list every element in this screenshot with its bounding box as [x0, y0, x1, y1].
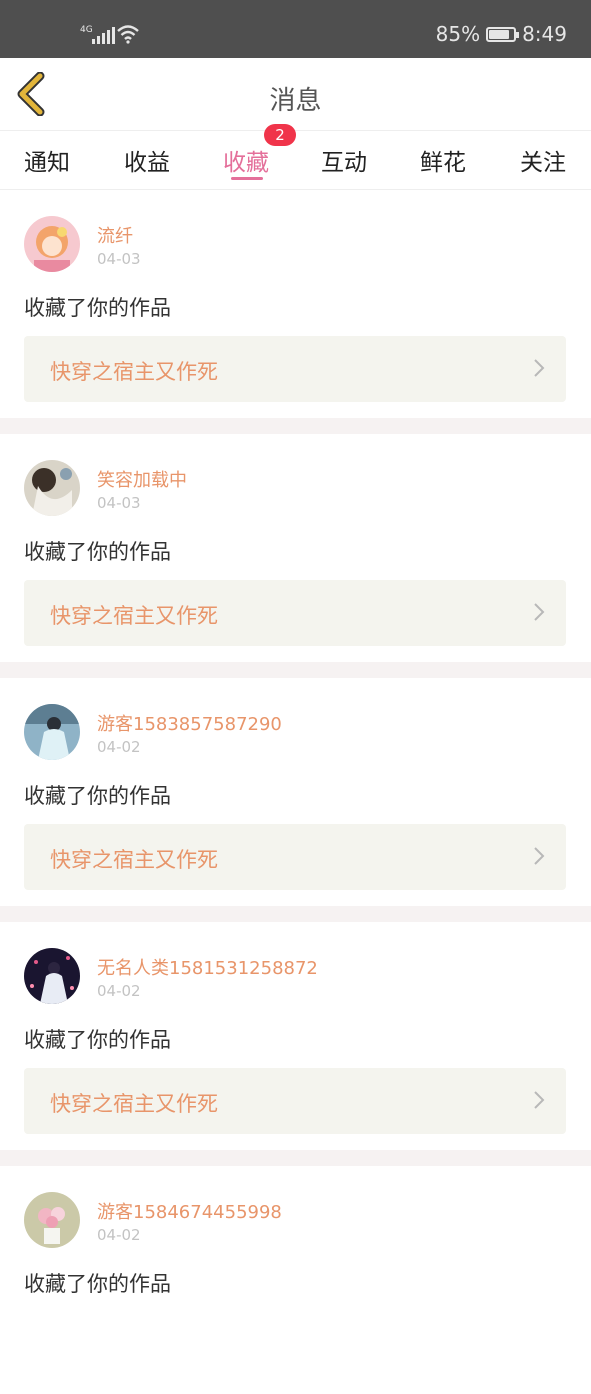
action-text: 收藏了你的作品	[24, 1272, 171, 1296]
list-item: 游客1583857587290 04-02 收藏了你的作品 快穿之宿主又作死	[0, 678, 591, 906]
tab-flowers[interactable]: 鲜花	[403, 143, 483, 177]
action-text: 收藏了你的作品	[24, 296, 171, 320]
avatar[interactable]	[24, 704, 80, 760]
work-title: 快穿之宿主又作死	[50, 848, 218, 872]
chevron-right-icon	[534, 603, 545, 621]
active-tab-indicator	[231, 177, 263, 180]
work-link[interactable]: 快穿之宿主又作死	[24, 824, 566, 890]
divider	[0, 418, 591, 434]
avatar[interactable]	[24, 948, 80, 1004]
work-title: 快穿之宿主又作死	[50, 604, 218, 628]
list-item: 笑容加载中 04-03 收藏了你的作品 快穿之宿主又作死	[0, 434, 591, 662]
network-type: 4G	[80, 25, 93, 35]
divider	[0, 662, 591, 678]
clock: 8:49	[522, 22, 567, 46]
work-link[interactable]: 快穿之宿主又作死	[24, 1068, 566, 1134]
username[interactable]: 笑容加载中	[97, 466, 187, 492]
nav-bar: 消息	[0, 58, 591, 130]
work-title: 快穿之宿主又作死	[50, 1092, 218, 1116]
action-text: 收藏了你的作品	[24, 1028, 171, 1052]
date: 04-02	[97, 738, 141, 756]
status-bar: 4G 85% 8:49	[0, 0, 591, 58]
tab-interactions[interactable]: 互动	[304, 143, 384, 177]
username[interactable]: 游客1584674455998	[97, 1198, 282, 1224]
tab-earnings[interactable]: 收益	[107, 143, 187, 177]
battery-icon	[486, 26, 520, 42]
date: 04-02	[97, 982, 141, 1000]
list-item: 无名人类1581531258872 04-02 收藏了你的作品 快穿之宿主又作死	[0, 922, 591, 1150]
message-list: 流纤 04-03 收藏了你的作品 快穿之宿主又作死 笑容加载中 04-03 收藏…	[0, 190, 591, 1394]
work-link[interactable]: 快穿之宿主又作死	[24, 336, 566, 402]
username[interactable]: 无名人类1581531258872	[97, 954, 318, 980]
date: 04-02	[97, 1226, 141, 1244]
avatar[interactable]	[24, 460, 80, 516]
date: 04-03	[97, 494, 141, 512]
tab-notifications[interactable]: 通知	[7, 143, 87, 177]
username[interactable]: 游客1583857587290	[97, 710, 282, 736]
chevron-right-icon	[534, 359, 545, 377]
chevron-right-icon	[534, 1091, 545, 1109]
divider	[0, 1150, 591, 1166]
list-item: 流纤 04-03 收藏了你的作品 快穿之宿主又作死	[0, 190, 591, 418]
tab-follows[interactable]: 关注	[503, 143, 583, 177]
tab-bar: 通知 收益 收藏 互动 鲜花 关注	[0, 130, 591, 190]
work-title: 快穿之宿主又作死	[50, 360, 218, 384]
signal-icon	[92, 26, 115, 44]
favorites-count-badge: 2	[264, 124, 296, 146]
list-item: 游客1584674455998 04-02 收藏了你的作品	[0, 1166, 591, 1394]
battery-percent: 85%	[435, 22, 481, 46]
action-text: 收藏了你的作品	[24, 540, 171, 564]
divider	[0, 906, 591, 922]
chevron-right-icon	[534, 847, 545, 865]
username[interactable]: 流纤	[97, 222, 133, 248]
avatar[interactable]	[24, 1192, 80, 1248]
date: 04-03	[97, 250, 141, 268]
avatar[interactable]	[24, 216, 80, 272]
work-link[interactable]: 快穿之宿主又作死	[24, 580, 566, 646]
action-text: 收藏了你的作品	[24, 784, 171, 808]
wifi-icon	[117, 25, 139, 44]
tab-favorites[interactable]: 收藏	[206, 143, 286, 177]
page-title: 消息	[269, 86, 322, 116]
